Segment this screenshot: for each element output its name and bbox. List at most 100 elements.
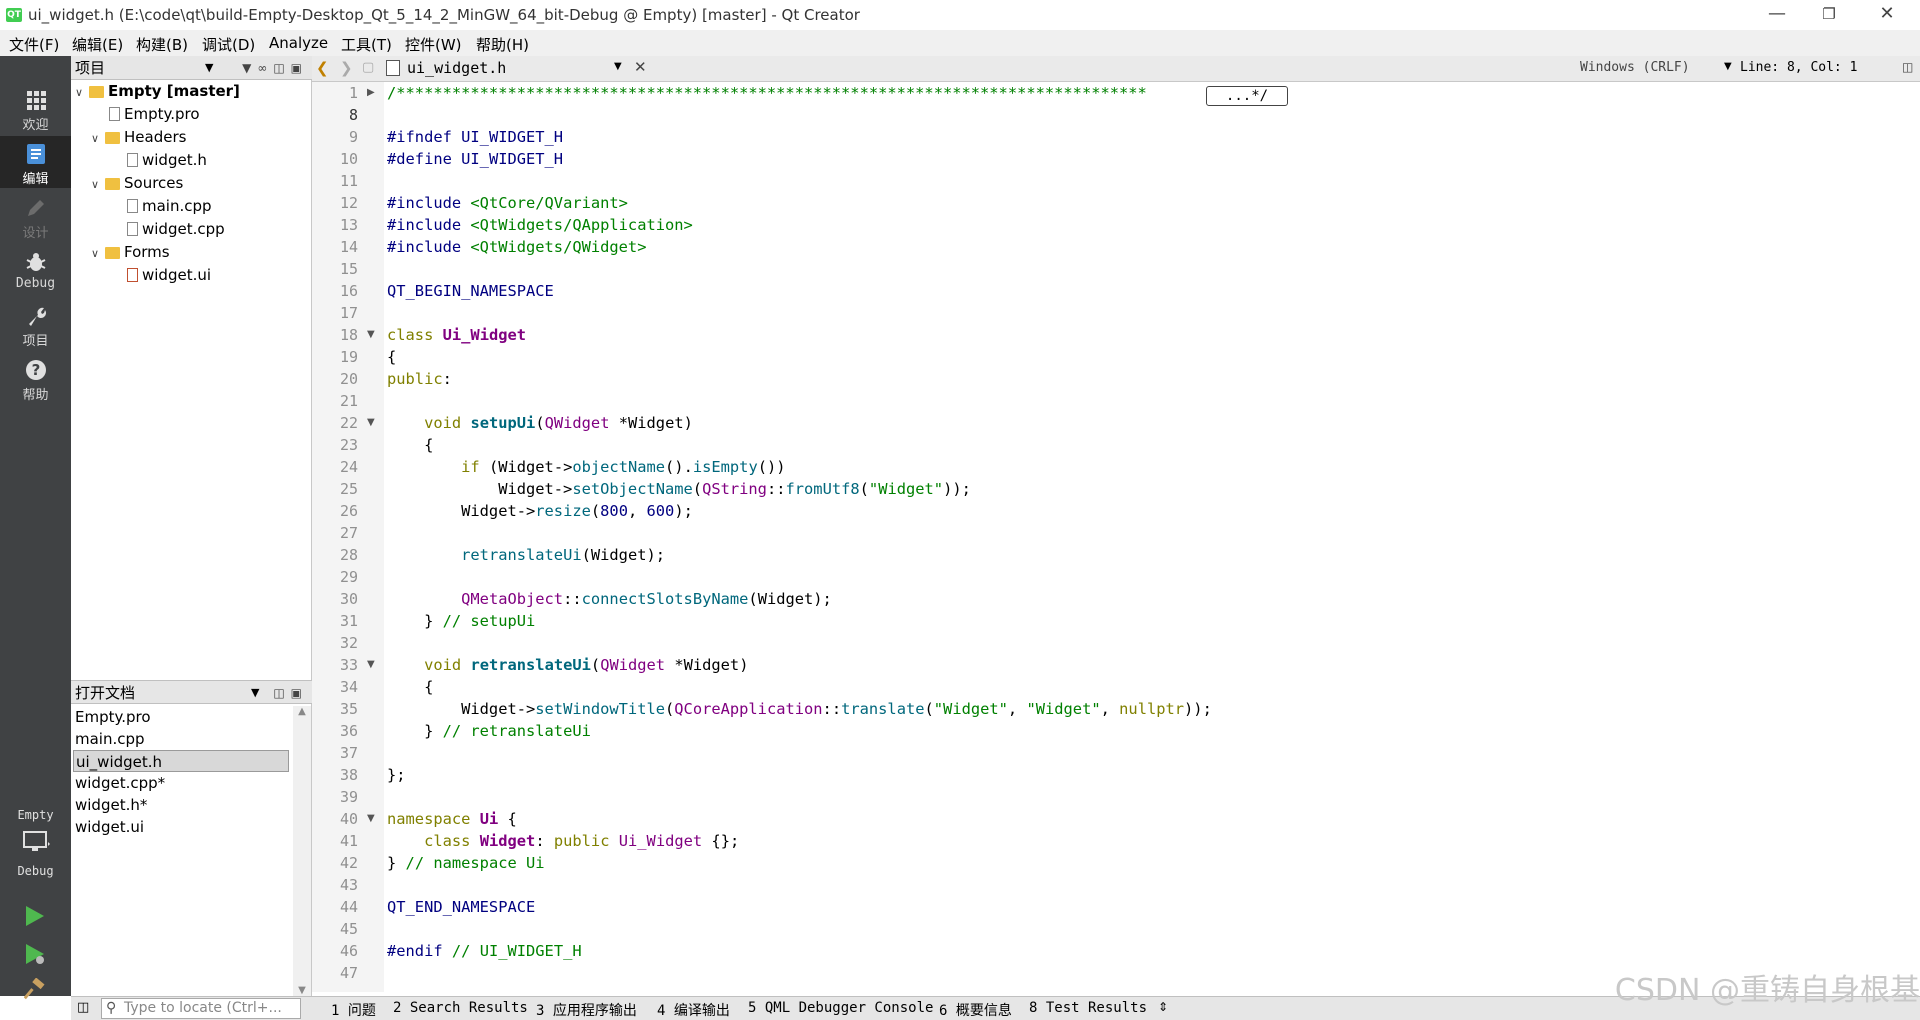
open-doc-item[interactable]: widget.cpp*: [73, 772, 289, 794]
open-doc-item[interactable]: widget.ui: [73, 816, 289, 838]
chevron-down-icon[interactable]: ▼: [367, 412, 375, 434]
line-number: 35: [339, 700, 358, 718]
split-icon[interactable]: ◫: [273, 61, 290, 75]
scroll-up-icon[interactable]: ▲: [293, 706, 311, 717]
menu-file[interactable]: 文件(F): [9, 34, 59, 55]
pane-tools: ▼∞◫▣: [242, 56, 308, 80]
tab-app-output[interactable]: 3 应用程序输出: [536, 1000, 637, 1020]
bug-icon: [24, 250, 48, 274]
chevron-down-icon[interactable]: ∨: [91, 127, 105, 150]
nav-projects-label: 项目: [22, 334, 49, 349]
close-icon[interactable]: ✕: [1858, 0, 1916, 30]
back-icon[interactable]: ❮: [316, 59, 329, 77]
title-bar: QT ui_widget.h (E:\code\qt\build-Empty-D…: [0, 0, 1920, 30]
open-doc-item[interactable]: widget.h*: [73, 794, 289, 816]
tree-item-project[interactable]: ∨ Empty [master]: [75, 80, 240, 103]
tree-item-widget-h[interactable]: widget.h: [127, 149, 207, 172]
open-doc-item-selected[interactable]: ui_widget.h: [73, 750, 289, 772]
menu-help[interactable]: 帮助(H): [476, 34, 529, 55]
filter-icon[interactable]: ▼: [242, 61, 257, 75]
qt-logo-icon: QT: [6, 8, 22, 22]
close-pane-icon[interactable]: ▣: [291, 61, 308, 75]
project-pane-title: 项目: [75, 59, 106, 77]
close-pane-icon[interactable]: ▣: [291, 686, 308, 700]
tab-compile-output[interactable]: 4 编译输出: [657, 1000, 730, 1020]
editor-file-name[interactable]: ui_widget.h: [407, 59, 506, 77]
build-hammer-icon[interactable]: [23, 977, 46, 1004]
nav-debug[interactable]: Debug: [0, 244, 71, 296]
chevron-down-icon[interactable]: ∨: [91, 173, 105, 196]
dropdown-icon[interactable]: ▼: [251, 681, 259, 705]
monitor-icon[interactable]: [22, 830, 50, 858]
chevron-down-icon[interactable]: ▼: [1724, 61, 1732, 72]
menu-debug[interactable]: 调试(D): [202, 34, 255, 55]
line-number: 9: [348, 128, 358, 146]
tab-test-results[interactable]: 8 Test Results: [1029, 1000, 1147, 1016]
tab-general-messages[interactable]: 6 概要信息: [939, 1000, 1012, 1020]
line-number: 23: [339, 436, 358, 454]
cursor-position[interactable]: Line: 8, Col: 1: [1740, 60, 1857, 75]
menu-controls[interactable]: 控件(W): [405, 34, 462, 55]
open-doc-item[interactable]: main.cpp: [73, 728, 289, 750]
restore-icon[interactable]: ❐: [1800, 0, 1858, 30]
chevron-down-icon[interactable]: ∨: [75, 81, 89, 104]
tab-qml-debugger[interactable]: 5 QML Debugger Console: [748, 1000, 933, 1016]
tree-item-widget-cpp[interactable]: widget.cpp: [127, 218, 225, 241]
scrollbar[interactable]: ▲ ▼: [293, 706, 311, 996]
folder-icon: [105, 132, 120, 144]
nav-debug-label: Debug: [15, 276, 56, 291]
tab-issues[interactable]: 1 问题: [331, 1000, 376, 1020]
nav-help[interactable]: ? 帮助: [0, 352, 71, 404]
menu-analyze[interactable]: Analyze: [269, 34, 328, 52]
line-number: 29: [339, 568, 358, 586]
nav-edit[interactable]: 编辑: [0, 136, 71, 188]
minimize-icon[interactable]: —: [1748, 0, 1806, 30]
tree-item-sources[interactable]: ∨ Sources: [91, 172, 183, 195]
chevron-down-icon[interactable]: ▼: [614, 61, 622, 72]
wrench-icon: [24, 304, 48, 328]
tree-item-pro[interactable]: Empty.pro: [109, 103, 200, 126]
dropdown-icon[interactable]: ▼: [205, 56, 213, 80]
header-file-icon: [127, 153, 138, 167]
link-icon[interactable]: ∞: [257, 61, 273, 75]
chevron-down-icon[interactable]: ▼: [367, 808, 375, 830]
close-icon[interactable]: ✕: [634, 58, 647, 76]
run-icon[interactable]: [24, 904, 46, 932]
debug-run-icon[interactable]: [24, 942, 46, 970]
ui-file-icon: [127, 268, 138, 282]
chevron-down-icon[interactable]: ▼: [367, 324, 375, 346]
menu-bar: 文件(F) 编辑(E) 构建(B) 调试(D) Analyze 工具(T) 控件…: [0, 30, 1920, 56]
open-docs-title: 打开文档: [75, 684, 136, 702]
scroll-down-icon[interactable]: ▼: [293, 985, 311, 996]
cpp-file-icon: [127, 222, 138, 236]
line-number: 22: [339, 414, 358, 432]
split-icon[interactable]: ◫: [273, 686, 290, 700]
open-doc-item[interactable]: Empty.pro: [73, 706, 289, 728]
menu-tools[interactable]: 工具(T): [341, 34, 392, 55]
toggle-sidebar-icon[interactable]: ◫: [77, 1000, 89, 1015]
forward-icon[interactable]: ❯: [340, 59, 353, 77]
chevron-right-icon[interactable]: ▶: [367, 82, 375, 104]
watermark: CSDN @重铸自身根基: [1614, 973, 1920, 1008]
code-editor[interactable]: /***************************************…: [384, 82, 1920, 992]
chevron-down-icon[interactable]: ▼: [367, 654, 375, 676]
line-number: 45: [339, 920, 358, 938]
tree-item-headers[interactable]: ∨ Headers: [91, 126, 186, 149]
nav-design[interactable]: 设计: [0, 190, 71, 242]
tree-item-main-cpp[interactable]: main.cpp: [127, 195, 212, 218]
split-icon[interactable]: ◫: [1902, 60, 1913, 74]
locator-input[interactable]: ⚲ Type to locate (Ctrl+...: [101, 998, 301, 1019]
line-ending-selector[interactable]: Windows (CRLF): [1580, 60, 1690, 75]
tab-search-results[interactable]: 2 Search Results: [393, 1000, 528, 1016]
more-tabs-icon[interactable]: ⇕: [1158, 1000, 1168, 1014]
nav-welcome[interactable]: 欢迎: [0, 82, 71, 134]
nav-projects[interactable]: 项目: [0, 298, 71, 350]
tree-item-widget-ui[interactable]: widget.ui: [127, 264, 211, 287]
chevron-down-icon[interactable]: ∨: [91, 242, 105, 265]
menu-edit[interactable]: 编辑(E): [72, 34, 123, 55]
folded-comment-placeholder[interactable]: ...*/: [1206, 86, 1288, 106]
menu-build[interactable]: 构建(B): [136, 34, 188, 55]
cpp-file-icon: [127, 199, 138, 213]
line-number: 39: [339, 788, 358, 806]
tree-item-forms[interactable]: ∨ Forms: [91, 241, 170, 264]
